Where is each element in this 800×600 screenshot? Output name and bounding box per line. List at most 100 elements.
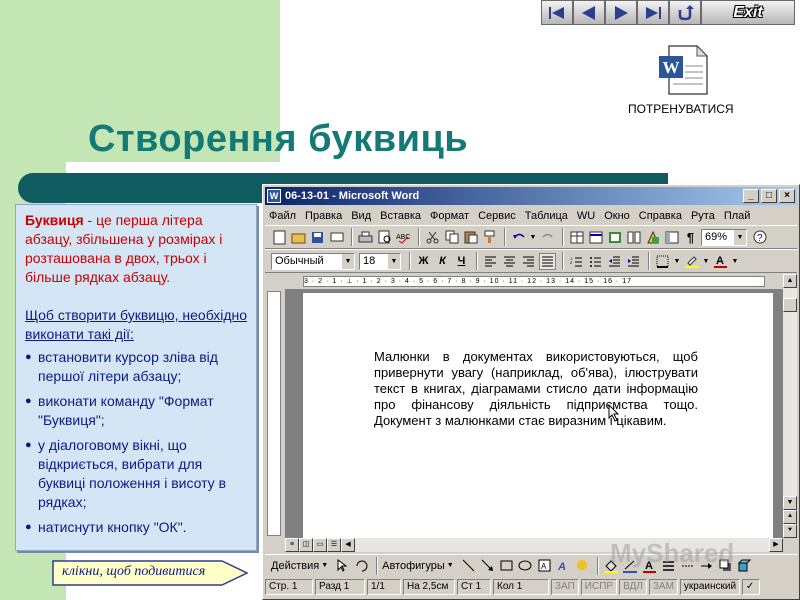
spelling-icon[interactable]: ABC	[395, 229, 412, 246]
vertical-ruler[interactable]	[267, 291, 281, 536]
show-formatting-icon[interactable]: ¶	[682, 229, 699, 246]
practice-label[interactable]: ПОТРЕНУВАТИСЯ	[628, 102, 734, 116]
copy-icon[interactable]	[443, 229, 460, 246]
3d-icon[interactable]	[736, 557, 753, 574]
close-button[interactable]: ×	[779, 189, 795, 203]
text-box-icon[interactable]: A	[536, 557, 553, 574]
document-map-icon[interactable]	[663, 229, 680, 246]
font-color-dropdown-icon[interactable]: ▼	[731, 253, 739, 270]
status-mode-overtype[interactable]: ЗАМ	[648, 579, 678, 595]
status-mode-track[interactable]: ИСПР	[580, 579, 618, 595]
menu-format[interactable]: Формат	[430, 210, 469, 222]
underline-button[interactable]: Ч	[453, 253, 470, 270]
new-document-icon[interactable]	[271, 229, 288, 246]
horizontal-ruler[interactable]: 3 · 2 · 1 · ⊥ · 1 · 2 · 3 · 4 · 5 · 6 · …	[265, 274, 785, 288]
prev-icon[interactable]	[573, 0, 605, 25]
italic-button[interactable]: К	[434, 253, 451, 270]
open-icon[interactable]	[290, 229, 307, 246]
autoshapes-menu[interactable]: Автофигуры	[382, 560, 445, 572]
email-icon[interactable]	[328, 229, 345, 246]
menu-view[interactable]: Вид	[351, 210, 371, 222]
border-dropdown-icon[interactable]: ▼	[673, 253, 681, 270]
wordart-icon[interactable]: A	[555, 557, 572, 574]
decrease-indent-icon[interactable]	[606, 253, 623, 270]
next-page-icon[interactable]: ⯆	[783, 524, 797, 538]
menu-edit[interactable]: Правка	[305, 210, 342, 222]
scroll-right-icon[interactable]: ▶	[769, 538, 783, 552]
insert-excel-icon[interactable]	[606, 229, 623, 246]
menu-table[interactable]: Таблица	[525, 210, 568, 222]
increase-indent-icon[interactable]	[625, 253, 642, 270]
menu-plai[interactable]: Плай	[724, 210, 751, 222]
arrow-icon[interactable]	[479, 557, 496, 574]
minimize-button[interactable]: _	[743, 189, 759, 203]
scroll-up-icon[interactable]: ▲	[783, 274, 797, 288]
bold-button[interactable]: Ж	[415, 253, 432, 270]
bullets-icon[interactable]	[587, 253, 604, 270]
print-preview-icon[interactable]	[376, 229, 393, 246]
chevron-down-icon[interactable]: ▼	[321, 562, 328, 569]
justify-icon[interactable]	[539, 252, 556, 270]
outline-view-icon[interactable]: ☰	[327, 538, 341, 552]
oval-icon[interactable]	[517, 557, 534, 574]
chevron-down-icon[interactable]: ▼	[387, 253, 400, 269]
cut-icon[interactable]	[424, 229, 441, 246]
word-titlebar[interactable]: W 06-13-01 - Microsoft Word _ □ ×	[265, 187, 797, 205]
rectangle-icon[interactable]	[498, 557, 515, 574]
chevron-down-icon[interactable]: ▼	[733, 229, 746, 245]
status-mode-rec[interactable]: ЗАП	[551, 579, 579, 595]
menu-file[interactable]: Файл	[269, 210, 296, 222]
menu-ruta[interactable]: Рута	[691, 210, 715, 222]
actions-menu[interactable]: Действия	[271, 560, 319, 572]
save-icon[interactable]	[309, 229, 326, 246]
zoom-select[interactable]: 69% ▼	[701, 228, 747, 246]
word-document-icon[interactable]: W	[655, 42, 711, 98]
numbering-icon[interactable]: 12	[568, 253, 585, 270]
chevron-down-icon[interactable]: ▼	[447, 562, 454, 569]
print-icon[interactable]	[357, 229, 374, 246]
last-icon[interactable]	[637, 0, 669, 25]
align-center-icon[interactable]	[501, 253, 518, 270]
undo-dropdown-icon[interactable]: ▼	[529, 229, 537, 246]
insert-table-icon[interactable]	[587, 229, 604, 246]
style-select[interactable]: Обычный ▼	[271, 252, 355, 270]
scroll-thumb[interactable]	[783, 298, 797, 312]
next-icon[interactable]	[605, 0, 637, 25]
menu-window[interactable]: Окно	[604, 210, 630, 222]
select-objects-icon[interactable]	[334, 557, 351, 574]
document-text[interactable]: Малюнки в документах використовуються, щ…	[374, 349, 698, 429]
demo-callout-button[interactable]: клікни, щоб подивитися	[52, 560, 248, 586]
clipart-icon[interactable]	[574, 557, 591, 574]
document-page[interactable]: Малюнки в документах використовуються, щ…	[303, 293, 773, 538]
exit-button[interactable]: Exit	[701, 0, 795, 25]
paste-icon[interactable]	[462, 229, 479, 246]
print-layout-icon[interactable]: ▭	[313, 538, 327, 552]
line-icon[interactable]	[460, 557, 477, 574]
format-painter-icon[interactable]	[481, 229, 498, 246]
border-icon[interactable]	[654, 253, 671, 270]
chevron-down-icon[interactable]: ▼	[341, 253, 354, 269]
highlight-dropdown-icon[interactable]: ▼	[702, 253, 710, 270]
align-left-icon[interactable]	[482, 253, 499, 270]
prev-page-icon[interactable]: ⯅	[783, 510, 797, 524]
vertical-scrollbar[interactable]: ▲ ▼ ⯅ ⯆	[783, 274, 797, 538]
tables-icon[interactable]	[568, 229, 585, 246]
undo-icon[interactable]	[510, 229, 527, 246]
scroll-left-icon[interactable]: ◀	[341, 538, 355, 552]
drawing-icon[interactable]	[644, 229, 661, 246]
spelling-status-icon[interactable]: ✓	[741, 579, 760, 595]
align-right-icon[interactable]	[520, 253, 537, 270]
menu-service[interactable]: Сервис	[478, 210, 516, 222]
first-icon[interactable]	[541, 0, 573, 25]
web-view-icon[interactable]: ◫	[299, 538, 313, 552]
menu-insert[interactable]: Вставка	[380, 210, 421, 222]
menu-help[interactable]: Справка	[639, 210, 682, 222]
help-icon[interactable]: ?	[751, 229, 768, 246]
status-mode-extend[interactable]: ВДЛ	[619, 579, 647, 595]
scroll-down-icon[interactable]: ▼	[783, 496, 797, 510]
highlight-icon[interactable]	[683, 253, 700, 270]
free-rotate-icon[interactable]	[353, 557, 370, 574]
return-icon[interactable]	[669, 0, 701, 25]
menu-wu[interactable]: WU	[577, 210, 595, 222]
redo-icon[interactable]	[539, 229, 556, 246]
